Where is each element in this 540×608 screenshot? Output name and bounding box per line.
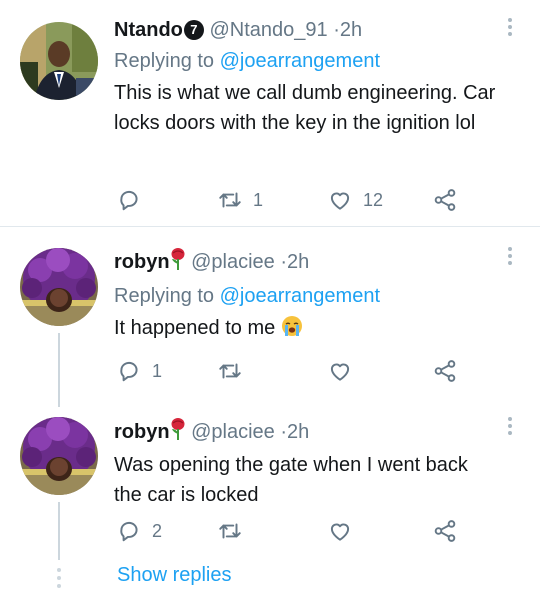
retweet-button[interactable]: 1	[217, 186, 263, 214]
more-options-icon[interactable]	[502, 18, 518, 38]
avatar-robyn[interactable]	[20, 417, 98, 495]
user-handle[interactable]: @placiee	[191, 251, 275, 273]
share-button[interactable]	[432, 186, 458, 214]
rose-icon	[170, 247, 186, 278]
badge-icon: 7	[183, 20, 204, 40]
reply-icon	[120, 521, 138, 542]
reply-button[interactable]	[116, 186, 152, 214]
like-button[interactable]	[327, 357, 363, 385]
retweet-icon	[219, 192, 241, 208]
tweet-robyn-2[interactable]: robyn @placiee ·2h Was opening the gate …	[0, 407, 540, 560]
more-options-icon[interactable]	[502, 417, 518, 437]
reply-button[interactable]: 1	[116, 357, 162, 385]
replying-to-link[interactable]: @joearrangement	[220, 50, 380, 72]
retweet-count: 1	[253, 189, 264, 210]
retweet-icon	[219, 523, 241, 539]
thread-continuation-dots	[56, 568, 62, 592]
thread-line	[58, 502, 60, 560]
action-bar: 1 12	[114, 186, 474, 214]
like-count: 12	[363, 189, 384, 210]
like-button[interactable]	[327, 517, 363, 545]
heart-icon	[330, 523, 350, 541]
display-name[interactable]: Ntando	[114, 19, 183, 41]
replying-to-link[interactable]: @joearrangement	[220, 285, 380, 307]
tweet-ntando[interactable]: Ntando 7 @Ntando_91 ·2h Replying to @joea…	[0, 0, 540, 226]
heart-icon	[330, 192, 350, 210]
replying-prefix: Replying to	[114, 50, 215, 72]
share-icon	[434, 189, 456, 211]
more-options-icon[interactable]	[502, 247, 518, 267]
display-name[interactable]: robyn	[114, 251, 170, 273]
tweet-header: robyn @placiee ·2h	[114, 247, 500, 278]
show-replies-link[interactable]: Show replies	[117, 564, 232, 587]
thread-line	[58, 333, 60, 407]
tweet-text-wrap: It happened to me	[114, 313, 500, 346]
user-handle[interactable]: @placiee	[191, 421, 275, 443]
timestamp[interactable]: 2h	[287, 421, 309, 443]
reply-icon	[120, 361, 138, 382]
separator: ·	[333, 19, 340, 41]
replying-to: Replying to @joearrangement	[114, 47, 500, 75]
tweet-text: Was opening the gate when I went back th…	[114, 454, 468, 506]
action-bar: 2	[114, 517, 474, 545]
crying-face-icon	[281, 315, 303, 346]
share-button[interactable]	[432, 357, 458, 385]
tweet-text: It happened to me	[114, 317, 276, 339]
display-name[interactable]: robyn	[114, 421, 170, 443]
replying-prefix: Replying to	[114, 285, 215, 307]
replying-to: Replying to @joearrangement	[114, 282, 500, 310]
action-bar: 1	[114, 357, 474, 385]
reply-count: 2	[152, 520, 163, 541]
reply-count: 1	[152, 360, 163, 381]
share-button[interactable]	[432, 517, 458, 545]
user-handle[interactable]: @Ntando_91	[209, 19, 327, 41]
avatar-robyn[interactable]	[20, 248, 98, 326]
avatar-ntando[interactable]	[20, 22, 98, 100]
heart-icon	[330, 363, 350, 381]
tweet-robyn-1[interactable]: robyn @placiee ·2h Replying to @joearran…	[0, 227, 540, 407]
tweet-header: Ntando 7 @Ntando_91 ·2h	[114, 17, 500, 43]
retweet-icon	[219, 363, 241, 379]
tweet-text: This is what we call dumb engineering. C…	[114, 82, 496, 134]
like-button[interactable]: 12	[327, 186, 383, 214]
timestamp[interactable]: 2h	[340, 19, 362, 41]
reply-icon	[120, 190, 138, 211]
tweet-header: robyn @placiee ·2h	[114, 417, 500, 448]
rose-icon	[170, 417, 186, 448]
share-icon	[434, 520, 456, 542]
share-icon	[434, 360, 456, 382]
reply-button[interactable]: 2	[116, 517, 162, 545]
timestamp[interactable]: 2h	[287, 251, 309, 273]
retweet-button[interactable]	[217, 517, 253, 545]
retweet-button[interactable]	[217, 357, 253, 385]
